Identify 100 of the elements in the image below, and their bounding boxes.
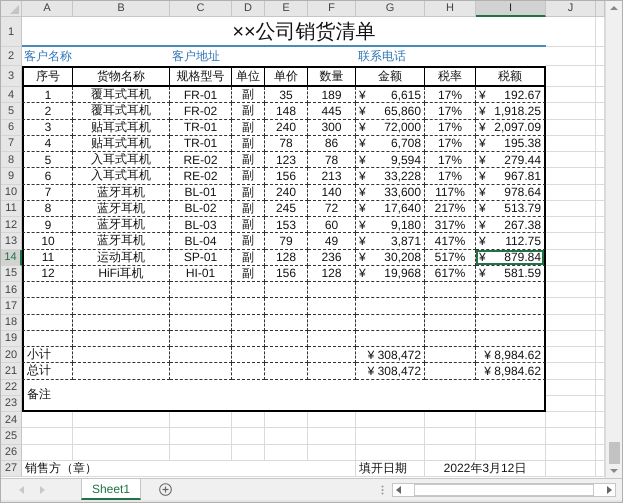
table-cell <box>232 298 265 314</box>
table-cell: 副 <box>232 217 265 234</box>
grid-cell <box>546 217 596 234</box>
row-header[interactable]: 16 <box>1 282 22 298</box>
currency-sign: ¥ <box>359 152 366 167</box>
row-header[interactable]: 17 <box>1 298 22 314</box>
table-cell: BL-03 <box>170 217 232 234</box>
vertical-scrollbar[interactable] <box>605 1 622 478</box>
table-cell: BL-02 <box>170 200 232 217</box>
table-cell: 覆耳式耳机 <box>73 87 170 104</box>
sheet-tab[interactable]: Sheet1 <box>81 479 142 500</box>
grid-cell <box>170 412 232 428</box>
table-cell: 417% <box>425 233 476 250</box>
table-cell: 153 <box>265 217 308 234</box>
previous-sheet-icon[interactable] <box>19 486 25 494</box>
row-header[interactable]: 5 <box>1 103 22 120</box>
row-header[interactable]: 11 <box>1 200 22 217</box>
table-cell: 蓝牙耳机 <box>73 200 170 217</box>
currency-sign: ¥ <box>359 201 366 216</box>
row-header[interactable]: 3 <box>1 66 22 87</box>
grid-cell <box>546 282 596 298</box>
table-cell <box>425 363 476 380</box>
table-cell: 317% <box>425 217 476 234</box>
add-sheet-icon[interactable] <box>159 483 172 496</box>
column-header[interactable]: J <box>546 1 596 17</box>
row-header[interactable]: 18 <box>1 314 22 331</box>
scroll-left-icon[interactable] <box>396 486 402 494</box>
column-header[interactable]: I <box>476 1 546 17</box>
column-header[interactable]: G <box>356 1 425 17</box>
row-header[interactable]: 27 <box>1 460 22 477</box>
column-header[interactable]: C <box>170 1 232 17</box>
column-heading: 税额 <box>476 66 546 87</box>
amount-value: 17,640 <box>384 201 421 216</box>
row-header[interactable]: 20 <box>1 347 22 364</box>
currency-sign: ¥ <box>359 168 366 183</box>
horizontal-scrollbar[interactable] <box>392 482 616 496</box>
scroll-thumb[interactable] <box>608 442 620 464</box>
amount-value: 65,860 <box>384 104 421 118</box>
column-header[interactable] <box>596 1 605 17</box>
row-header[interactable]: 26 <box>1 444 22 461</box>
scroll-up-icon[interactable] <box>610 5 618 11</box>
table-cell <box>476 314 546 331</box>
table-cell: 副 <box>232 250 265 266</box>
table-cell <box>22 314 73 331</box>
table-cell: 入耳式耳机 <box>73 152 170 168</box>
row-header[interactable]: 2 <box>1 47 22 66</box>
grid-cell <box>546 66 596 87</box>
amount-value: 581.59 <box>504 266 541 280</box>
table-cell: 副 <box>232 87 265 104</box>
splitter-icon[interactable] <box>381 484 384 494</box>
row-header[interactable]: 25 <box>1 428 22 444</box>
row-header[interactable]: 10 <box>1 184 22 201</box>
table-cell: 覆耳式耳机 <box>73 103 170 120</box>
grid-cell <box>546 87 596 104</box>
table-cell: 蓝牙耳机 <box>73 217 170 234</box>
table-cell <box>265 347 308 364</box>
column-header[interactable]: H <box>425 1 476 17</box>
column-header[interactable]: B <box>73 1 170 17</box>
row-header[interactable]: 15 <box>1 266 22 282</box>
scroll-down-icon[interactable] <box>610 468 618 474</box>
table-cell <box>232 363 265 380</box>
row-header[interactable]: 24 <box>1 412 22 428</box>
row-header[interactable]: 19 <box>1 330 22 347</box>
table-cell <box>356 314 425 331</box>
grid-cell <box>546 47 596 66</box>
row-header[interactable]: 13 <box>1 233 22 250</box>
grid-cell <box>170 428 232 444</box>
table-cell <box>232 314 265 331</box>
scroll-right-icon[interactable] <box>606 486 612 494</box>
row-header[interactable]: 7 <box>1 136 22 152</box>
row-header[interactable]: 4 <box>1 87 22 104</box>
row-header[interactable]: 1 <box>1 17 22 47</box>
table-cell: 贴耳式耳机 <box>73 120 170 136</box>
table-cell: 1 <box>22 87 73 104</box>
row-header[interactable]: 14 <box>1 250 22 266</box>
row-header[interactable]: 23 <box>1 396 22 412</box>
column-header[interactable]: F <box>308 1 356 17</box>
row-header[interactable]: 6 <box>1 120 22 136</box>
currency-sign: ¥ <box>359 88 366 102</box>
row-header[interactable]: 12 <box>1 217 22 234</box>
table-cell: 17% <box>425 103 476 120</box>
grid-cell <box>476 428 546 444</box>
table-cell: 副 <box>232 120 265 136</box>
table-cell: 蓝牙耳机 <box>73 233 170 250</box>
row-header[interactable]: 8 <box>1 152 22 168</box>
scroll-thumb[interactable] <box>414 484 594 496</box>
table-cell: 78 <box>308 152 356 168</box>
next-sheet-icon[interactable] <box>39 486 45 494</box>
column-header[interactable]: D <box>232 1 265 17</box>
row-header[interactable]: 9 <box>1 168 22 184</box>
column-header[interactable]: A <box>22 1 73 17</box>
column-header[interactable]: E <box>265 1 308 17</box>
grid-cell <box>308 412 356 428</box>
table-cell: 10 <box>22 233 73 250</box>
row-header[interactable]: 22 <box>1 380 22 396</box>
row-header[interactable]: 21 <box>1 363 22 380</box>
selected-cell[interactable]: ¥ 879.84 <box>476 250 546 266</box>
select-all-icon[interactable] <box>10 5 19 14</box>
table-cell: HiFi耳机 <box>73 266 170 282</box>
table-cell <box>308 363 356 380</box>
